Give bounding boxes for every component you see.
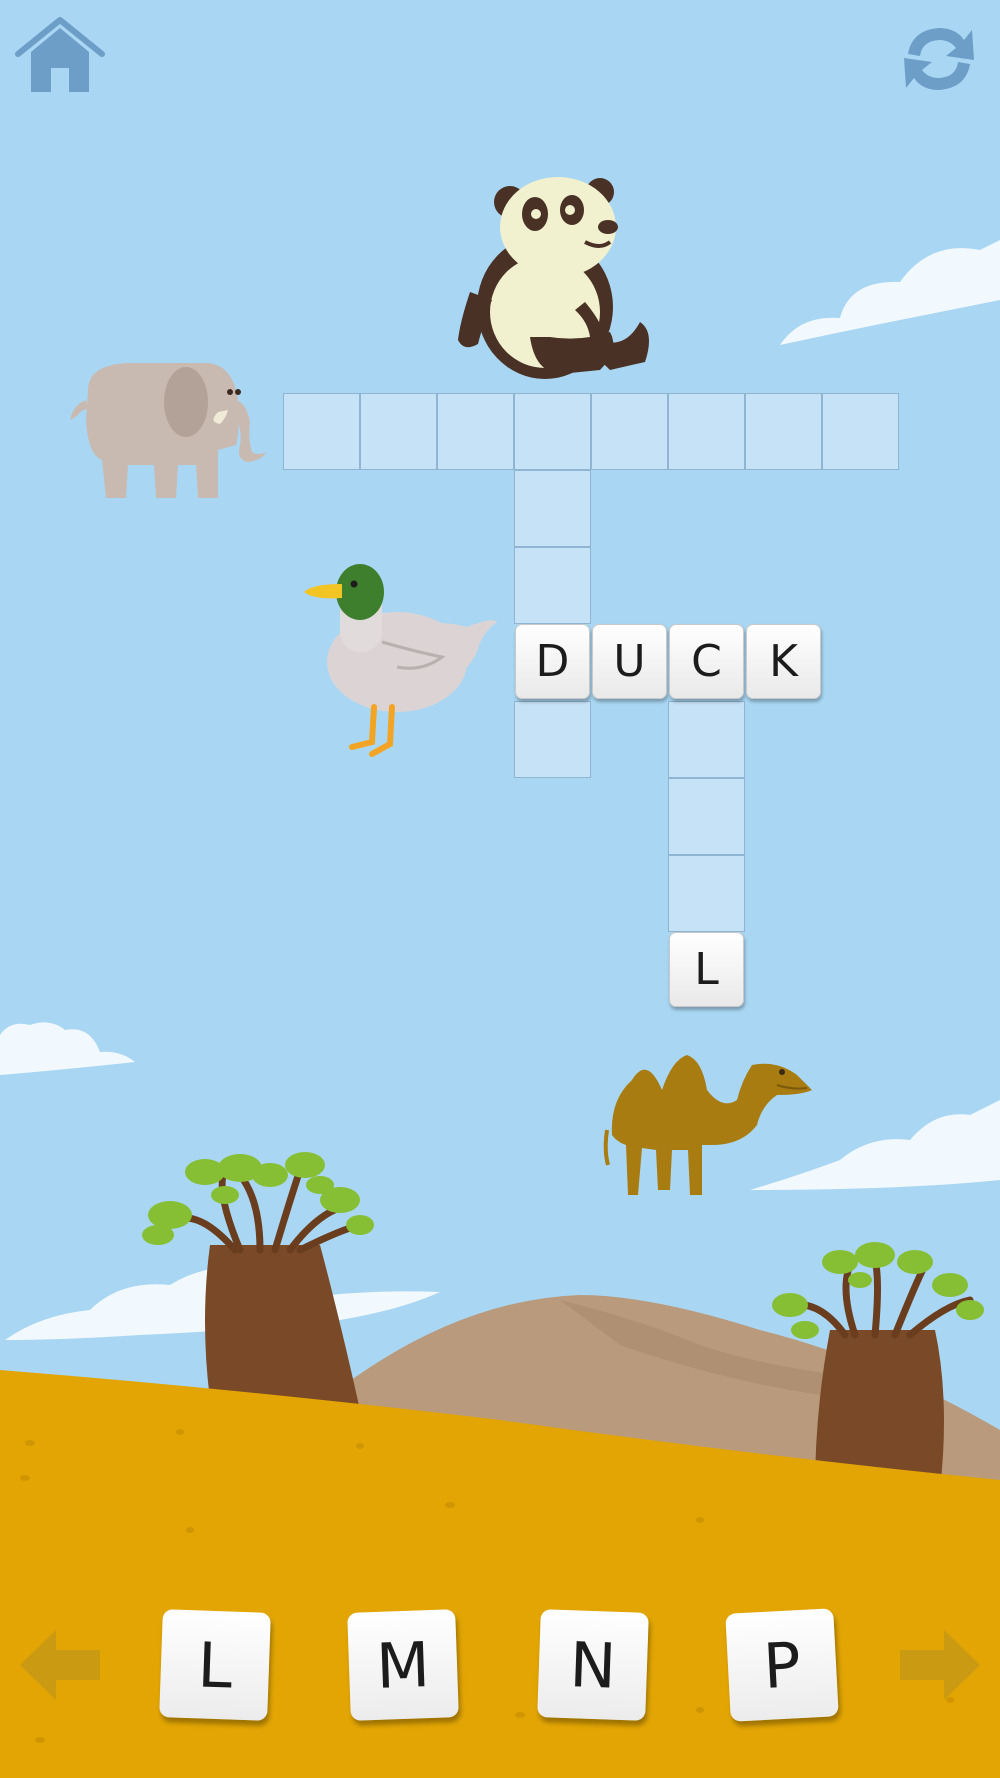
previous-button[interactable] <box>18 1628 102 1702</box>
crossword-cell[interactable] <box>668 855 745 932</box>
refresh-icon <box>904 28 974 90</box>
arrow-left-icon <box>20 1630 100 1700</box>
next-button[interactable] <box>898 1628 982 1702</box>
home-icon <box>15 17 105 92</box>
crossword-cell[interactable] <box>668 778 745 855</box>
crossword-cell[interactable] <box>745 393 822 470</box>
crossword-cell[interactable] <box>668 701 745 778</box>
placed-letter-tile: K <box>746 624 821 699</box>
crossword-cell[interactable] <box>437 393 514 470</box>
crossword-cell[interactable] <box>514 547 591 624</box>
placed-letter-tile: L <box>669 932 744 1007</box>
duck-image <box>304 564 497 757</box>
arrow-right-icon <box>900 1630 980 1700</box>
placed-letter-tile: U <box>592 624 667 699</box>
elephant-image <box>70 363 266 498</box>
letter-choice-tile[interactable]: N <box>537 1609 649 1721</box>
letter-choice-tile[interactable]: L <box>159 1609 271 1721</box>
letter-choice-tile[interactable]: M <box>347 1609 459 1721</box>
crossword-cell[interactable] <box>283 393 360 470</box>
panda-image <box>458 177 649 379</box>
crossword-cell[interactable] <box>591 393 668 470</box>
placed-letter-tile: D <box>515 624 590 699</box>
crossword-cell[interactable] <box>514 470 591 547</box>
crossword-cell[interactable] <box>360 393 437 470</box>
home-button[interactable] <box>14 14 106 96</box>
crossword-cell[interactable] <box>822 393 899 470</box>
letter-choice-tile[interactable]: P <box>725 1608 839 1722</box>
crossword-cell[interactable] <box>514 393 591 470</box>
placed-letter-tile: C <box>669 624 744 699</box>
crossword-cell[interactable] <box>514 701 591 778</box>
camel-image <box>603 1055 812 1195</box>
refresh-button[interactable] <box>898 18 980 100</box>
crossword-cell[interactable] <box>668 393 745 470</box>
